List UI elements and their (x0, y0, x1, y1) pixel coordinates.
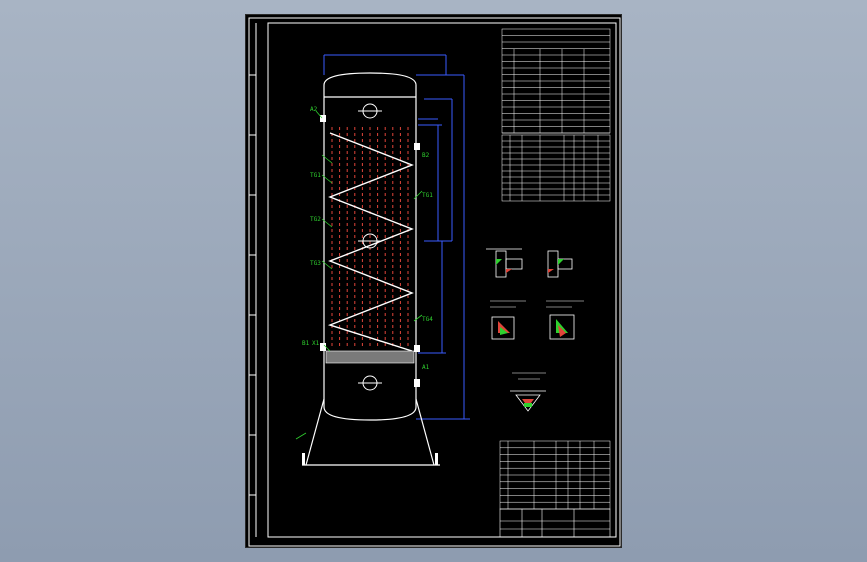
label-a2: A2 (310, 106, 318, 113)
weld-caption-lines-2 (512, 372, 546, 380)
tube-bundle (331, 127, 409, 349)
technical-data-table (501, 28, 611, 134)
drawing-canvas: A2 B2 TG1 TG1 TG2 TG3 TG4 B1 X1 A1 (248, 17, 621, 547)
outer-frame (248, 17, 621, 547)
drawing-sheet: A2 B2 TG1 TG1 TG2 TG3 TG4 B1 X1 A1 (245, 14, 622, 548)
nozzle-table-frame (501, 134, 611, 202)
weld-detail-4 (549, 314, 575, 340)
weld-detail-3 (491, 316, 515, 340)
dimension-lines (323, 54, 470, 420)
vessel-skirt (302, 398, 440, 466)
label-tg2: TG2 (310, 216, 321, 223)
weld-caption-lines (490, 300, 584, 308)
title-block (499, 508, 611, 538)
nozzle-schedule-table (501, 134, 611, 202)
heating-coil (327, 132, 414, 352)
vessel-shell (323, 72, 417, 421)
label-a1: A1 (422, 364, 430, 371)
manhole-bottom (358, 375, 382, 391)
title-block-frame (499, 508, 611, 538)
weld-detail-1 (486, 248, 523, 278)
weld-detail-5 (510, 390, 546, 412)
packing-layer (326, 351, 414, 363)
label-b1: B1 (302, 340, 310, 347)
parts-list-table (499, 440, 611, 510)
left-margin-ticks (249, 23, 257, 537)
nozzle-leaders (295, 110, 423, 440)
label-tg3: TG3 (310, 260, 321, 267)
label-b2: B2 (422, 152, 430, 159)
label-tg4: TG4 (422, 316, 433, 323)
weld-detail-2 (547, 250, 573, 278)
nozzle-label-group: A2 B2 TG1 TG1 TG2 TG3 TG4 B1 X1 A1 (302, 106, 433, 371)
label-tg1-right: TG1 (422, 192, 433, 199)
label-x1: X1 (312, 340, 320, 347)
label-tg1-left: TG1 (310, 172, 321, 179)
manhole-top (358, 103, 382, 119)
